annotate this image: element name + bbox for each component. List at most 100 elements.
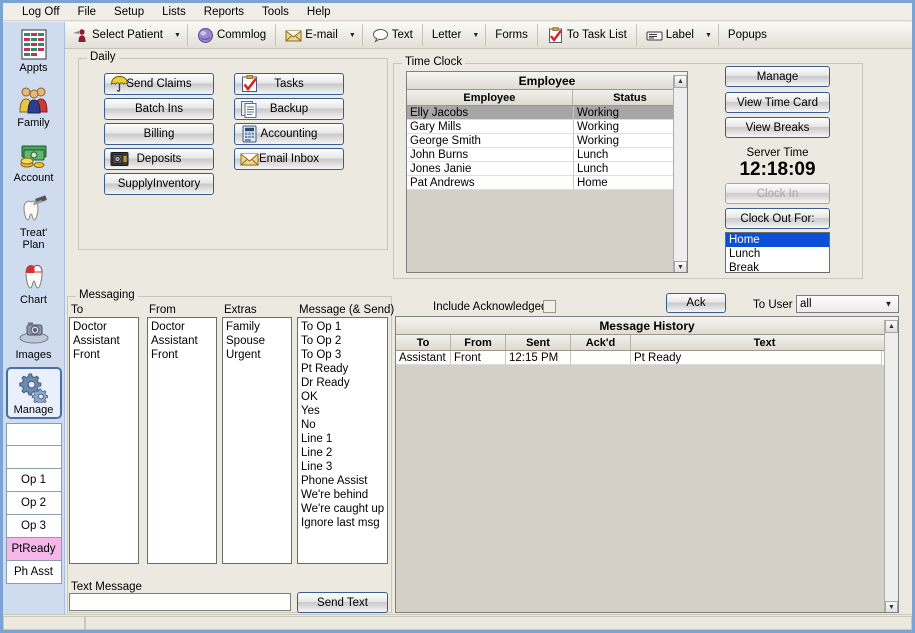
sidebar-slot-ptready[interactable]: PtReady — [5, 538, 62, 561]
list-item[interactable]: We're caught up — [298, 502, 387, 516]
sidebar-item-chart[interactable]: Chart — [6, 257, 62, 309]
chevron-down-icon[interactable]: ▼ — [881, 297, 896, 312]
popups-button[interactable]: Popups — [721, 22, 774, 49]
sidebar-slot-op-3[interactable]: Op 3 — [5, 515, 62, 538]
table-row[interactable]: Elly Jacobs Working — [407, 106, 687, 120]
list-item[interactable]: Spouse — [223, 334, 291, 348]
table-row[interactable]: John Burns Lunch — [407, 148, 687, 162]
table-row[interactable]: Pat Andrews Home — [407, 176, 687, 190]
list-item-lunch[interactable]: Lunch — [726, 247, 829, 261]
supply-inventory-button[interactable]: SupplyInventory — [104, 173, 214, 195]
table-row[interactable]: Assistant Front 12:15 PM Pt Ready — [396, 351, 898, 365]
table-row[interactable]: Jones Janie Lunch — [407, 162, 687, 176]
scroll-down-arrow[interactable]: ▼ — [674, 261, 687, 272]
sidebar-item-images[interactable]: Images — [6, 312, 62, 364]
list-item[interactable]: To Op 2 — [298, 334, 387, 348]
menu-item-setup[interactable]: Setup — [105, 5, 153, 19]
view-time-card-button[interactable]: View Time Card — [725, 92, 830, 113]
list-item[interactable]: Line 2 — [298, 446, 387, 460]
sidebar-slot-empty-2[interactable] — [5, 446, 62, 469]
extras-list[interactable]: Family Spouse Urgent — [222, 317, 292, 564]
list-item[interactable]: Line 3 — [298, 460, 387, 474]
to-user-combobox[interactable]: all ▼ — [796, 295, 899, 313]
send-text-button[interactable]: Send Text — [297, 592, 388, 613]
to-list[interactable]: Doctor Assistant Front — [69, 317, 139, 564]
label-dropdown-arrow[interactable]: ▼ — [701, 22, 716, 49]
list-item[interactable]: Front — [148, 348, 216, 362]
commlog-button[interactable]: Commlog — [190, 22, 273, 49]
label-button[interactable]: Label — [639, 22, 701, 49]
backup-button[interactable]: Backup — [234, 98, 344, 120]
sidebar-slot-ph-asst[interactable]: Ph Asst — [5, 561, 62, 584]
sidebar-slot-op-2[interactable]: Op 2 — [5, 492, 62, 515]
menu-item-tools[interactable]: Tools — [253, 5, 298, 19]
list-item[interactable]: Family — [223, 320, 291, 334]
list-item[interactable]: Front — [70, 348, 138, 362]
table-row[interactable]: Gary Mills Working — [407, 120, 687, 134]
sidebar-slot-op-1[interactable]: Op 1 — [5, 469, 62, 492]
menu-item-log-off[interactable]: Log Off — [13, 5, 69, 19]
list-item[interactable]: Line 1 — [298, 432, 387, 446]
select-patient-dropdown-arrow[interactable]: ▼ — [170, 22, 185, 49]
billing-button[interactable]: Billing — [104, 123, 214, 145]
email-dropdown-arrow[interactable]: ▼ — [345, 22, 360, 49]
list-item[interactable]: Doctor — [70, 320, 138, 334]
menu-item-lists[interactable]: Lists — [153, 5, 195, 19]
list-item[interactable]: Pt Ready — [298, 362, 387, 376]
send-claims-button[interactable]: Send Claims — [104, 73, 214, 95]
text-button[interactable]: Text — [365, 22, 420, 49]
text-message-input[interactable] — [69, 593, 291, 611]
menu-item-file[interactable]: File — [69, 5, 106, 19]
person-search-icon — [72, 27, 89, 44]
accounting-button[interactable]: Accounting — [234, 123, 344, 145]
list-item[interactable]: Urgent — [223, 348, 291, 362]
sidebar-item-family[interactable]: Family — [6, 80, 62, 132]
scroll-up-arrow[interactable]: ▲ — [885, 320, 898, 333]
scroll-down-arrow[interactable]: ▼ — [885, 601, 898, 612]
list-item-home[interactable]: Home — [726, 233, 829, 247]
message-list[interactable]: To Op 1 To Op 2 To Op 3 Pt Ready Dr Read… — [297, 317, 388, 564]
to-task-list-button[interactable]: To Task List — [540, 22, 634, 49]
select-patient-button[interactable]: Select Patient — [65, 22, 170, 49]
email-button[interactable]: E-mail — [278, 22, 345, 49]
employee-table-scrollbar[interactable]: ▲ ▼ — [673, 75, 687, 272]
ack-button[interactable]: Ack — [666, 293, 726, 313]
scroll-up-arrow[interactable]: ▲ — [674, 75, 687, 88]
list-item[interactable]: OK — [298, 390, 387, 404]
list-item[interactable]: We're behind — [298, 488, 387, 502]
deposits-button[interactable]: Deposits — [104, 148, 214, 170]
list-item[interactable]: No — [298, 418, 387, 432]
list-item[interactable]: Phone Assist — [298, 474, 387, 488]
list-item[interactable]: To Op 1 — [298, 320, 387, 334]
list-item[interactable]: Assistant — [70, 334, 138, 348]
from-list[interactable]: Doctor Assistant Front — [147, 317, 217, 564]
letter-dropdown-arrow[interactable]: ▼ — [468, 22, 483, 49]
include-acknowledged-checkbox[interactable] — [543, 300, 556, 313]
list-item[interactable]: Dr Ready — [298, 376, 387, 390]
sidebar-item-account[interactable]: Account — [6, 135, 62, 187]
letter-button[interactable]: Letter — [425, 22, 468, 49]
list-item[interactable]: Doctor — [148, 320, 216, 334]
view-breaks-button[interactable]: View Breaks — [725, 117, 830, 138]
message-history-scrollbar[interactable]: ▲ ▼ — [884, 320, 898, 612]
table-row[interactable]: George Smith Working — [407, 134, 687, 148]
menu-item-help[interactable]: Help — [298, 5, 340, 19]
sidebar-item-treat-plan[interactable]: Treat' Plan — [6, 190, 62, 254]
tasks-button[interactable]: Tasks — [234, 73, 344, 95]
forms-button[interactable]: Forms — [488, 22, 535, 49]
email-inbox-button[interactable]: Email Inbox — [234, 148, 344, 170]
manage-button[interactable]: Manage — [725, 66, 830, 87]
list-item[interactable]: To Op 3 — [298, 348, 387, 362]
list-item[interactable]: Ignore last msg — [298, 516, 387, 530]
list-item-break[interactable]: Break — [726, 261, 829, 272]
clock-out-for-button[interactable]: Clock Out For: — [725, 208, 830, 229]
clock-in-button[interactable]: Clock In — [725, 183, 830, 204]
clock-out-options-list[interactable]: Home Lunch Break — [725, 232, 830, 273]
sidebar-slot-empty-1[interactable] — [5, 423, 62, 446]
list-item[interactable]: Yes — [298, 404, 387, 418]
batch-ins-button[interactable]: Batch Ins — [104, 98, 214, 120]
menu-item-reports[interactable]: Reports — [195, 5, 253, 19]
sidebar-item-manage[interactable]: Manage — [5, 367, 62, 419]
list-item[interactable]: Assistant — [148, 334, 216, 348]
sidebar-item-appts[interactable]: Appts — [6, 25, 62, 77]
